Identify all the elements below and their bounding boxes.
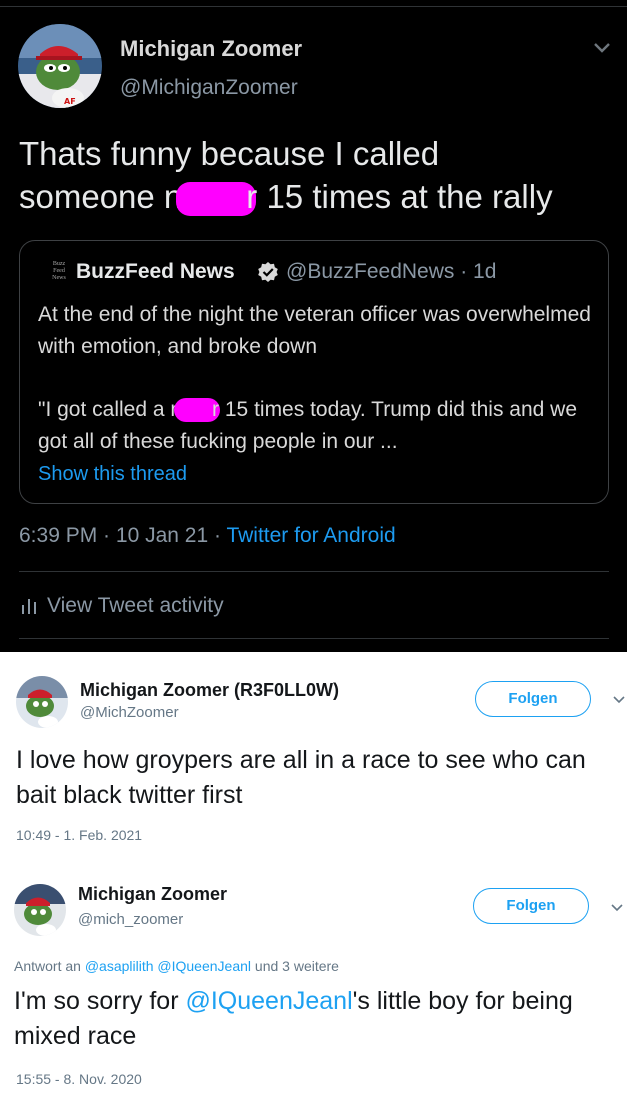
quoted-text-part: "I got called a n [38, 398, 183, 421]
avatar[interactable] [14, 884, 66, 936]
tweet-text-line2: someone n r 15 times at the rally [19, 175, 619, 218]
quoted-handle-time: @BuzzFeedNews · 1d [286, 260, 497, 283]
tweet-card: Michigan Zoomer (R3F0LL0W) @MichZoomer F… [0, 652, 627, 862]
tweet-date[interactable]: 10 Jan 21 [116, 524, 208, 547]
author-name[interactable]: Michigan Zoomer [120, 36, 302, 62]
tweet-text: I'm so sorry for @IQueenJeanl's little b… [14, 984, 614, 1054]
reply-prefix: Antwort an [14, 958, 85, 974]
tweet-text: I love how groypers are all in a race to… [16, 746, 586, 809]
meta-dot: · [97, 524, 116, 547]
mention-link[interactable]: @asaplilith [85, 958, 154, 974]
dark-tweet: AF Michigan Zoomer @MichiganZoomer Thats… [0, 0, 627, 652]
follow-button[interactable]: Folgen [475, 681, 591, 717]
reply-suffix[interactable]: und 3 weitere [251, 958, 339, 974]
author-name[interactable]: Michigan Zoomer (R3F0LL0W) [80, 680, 339, 701]
tweet-text-prefix: I'm so sorry for [14, 987, 186, 1015]
tweet-timestamp[interactable]: 15:55 - 8. Nov. 2020 [16, 1071, 142, 1087]
divider [0, 6, 627, 7]
chevron-down-icon[interactable] [609, 902, 625, 914]
tweet-source-link[interactable]: Twitter for Android [226, 524, 395, 547]
svg-text:AF: AF [64, 97, 76, 106]
tweet-meta: 6:39 PM · 10 Jan 21 · Twitter for Androi… [19, 524, 396, 548]
chevron-down-icon[interactable] [590, 38, 614, 58]
quoted-text-para2: "I got called a nr 15 times today. Trump… [38, 394, 598, 458]
show-thread-link[interactable]: Show this thread [38, 463, 187, 486]
mention-link[interactable]: @IQueenJeanl [185, 987, 352, 1015]
view-activity-button[interactable]: View Tweet activity [19, 594, 224, 618]
avatar[interactable] [16, 676, 68, 728]
follow-button[interactable]: Folgen [473, 888, 589, 924]
bar-chart-icon [22, 599, 36, 614]
avatar[interactable]: AF [18, 24, 102, 108]
meta-dot: · [208, 524, 227, 547]
author-handle[interactable]: @MichiganZoomer [120, 76, 298, 100]
censor-mark [176, 182, 257, 217]
tweet-text: Thats funny because I called someone n r … [19, 132, 619, 218]
quoted-text-para1: At the end of the night the veteran offi… [38, 303, 597, 358]
tweet-text-part: r 15 times at the rally [246, 178, 553, 215]
chevron-down-icon[interactable] [611, 694, 627, 706]
tweet-time[interactable]: 6:39 PM [19, 524, 97, 547]
author-handle[interactable]: @mich_zoomer [78, 911, 183, 928]
quoted-author-name[interactable]: BuzzFeed News [76, 260, 235, 284]
divider [19, 571, 609, 572]
quoted-tweet[interactable]: Buzz Feed News BuzzFeed News @BuzzFeedNews… [19, 240, 609, 504]
author-name[interactable]: Michigan Zoomer [78, 884, 227, 905]
buzzfeed-logo-icon: Buzz Feed News [52, 261, 66, 281]
mention-link[interactable]: @IQueenJeanl [157, 958, 251, 974]
tweet-card: Michigan Zoomer @mich_zoomer Folgen Antw… [0, 862, 627, 1107]
author-handle[interactable]: @MichZoomer [80, 704, 179, 721]
reply-context: Antwort an @asaplilith @IQueenJeanl und … [14, 958, 339, 974]
verified-badge-icon [258, 262, 278, 282]
tweet-timestamp[interactable]: 10:49 - 1. Feb. 2021 [16, 827, 142, 843]
view-activity-label: View Tweet activity [47, 594, 224, 617]
divider [19, 638, 609, 639]
tweet-text-line1: Thats funny because I called [19, 135, 440, 172]
tweet-text-part: someone n [19, 178, 183, 215]
